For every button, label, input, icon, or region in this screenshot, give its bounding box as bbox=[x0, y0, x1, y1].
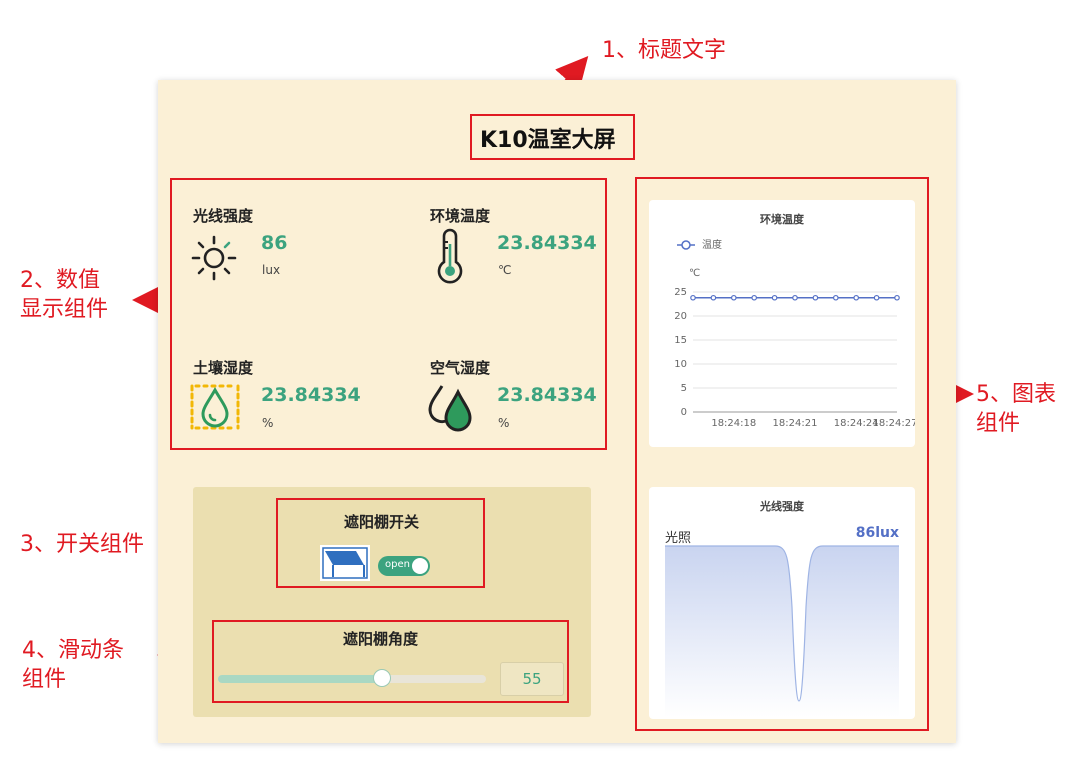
y-tick-label: 15 bbox=[674, 335, 687, 346]
y-axis-unit: ℃ bbox=[689, 268, 700, 279]
thermometer-icon bbox=[437, 228, 463, 284]
light-chart-card: 光线强度 光照 86lux bbox=[649, 487, 915, 719]
air-humidity-icon bbox=[428, 385, 472, 432]
data-point bbox=[812, 294, 819, 301]
metric-soil-title: 土壤湿度 bbox=[193, 359, 254, 377]
data-point bbox=[690, 294, 696, 301]
x-tick-label: 18:24:18 bbox=[711, 418, 756, 429]
annotation-4-line2: 组件 bbox=[22, 667, 67, 692]
light-area-fill bbox=[665, 546, 899, 717]
slider-fill bbox=[218, 675, 382, 683]
data-point bbox=[894, 294, 900, 301]
page-title: K10温室大屏 bbox=[480, 128, 616, 153]
x-tick-label: 18:24:27 bbox=[873, 418, 915, 429]
data-point bbox=[853, 294, 860, 301]
metric-temp-title: 环境温度 bbox=[430, 207, 491, 225]
y-tick-label: 0 bbox=[681, 407, 687, 418]
y-tick-label: 20 bbox=[674, 311, 687, 322]
metric-light-unit: lux bbox=[262, 263, 281, 277]
awning-icon bbox=[320, 545, 370, 581]
metric-air-value: 23.84334 bbox=[497, 384, 597, 406]
temperature-chart: 温度 ℃ 2520151050 18:24:18 18:24:21 18:24:24… bbox=[674, 238, 915, 429]
toggle-state-label: open bbox=[385, 559, 410, 570]
switch-title: 遮阳棚开关 bbox=[344, 513, 420, 531]
metric-light-title: 光线强度 bbox=[193, 207, 254, 225]
soil-moisture-icon bbox=[190, 384, 240, 430]
angle-value-input[interactable]: 55 bbox=[500, 662, 564, 696]
awning-toggle[interactable]: open bbox=[378, 556, 430, 576]
annotation-4: 4、滑动条 组件 bbox=[22, 636, 124, 694]
data-point bbox=[710, 294, 717, 301]
temperature-chart-card: 环境温度 温度 ℃ 25 20 15 10 5 0 18:24:18 18:24:21 18:… bbox=[649, 200, 915, 447]
slider-title: 遮阳棚角度 bbox=[343, 630, 419, 648]
metric-air-unit: % bbox=[498, 416, 510, 430]
y-tick-label: 5 bbox=[681, 383, 687, 394]
y-tick-label: 25 bbox=[674, 287, 687, 298]
light-chart bbox=[665, 545, 899, 717]
annotation-2: 2、数值 显示组件 bbox=[20, 266, 108, 324]
data-point bbox=[731, 294, 737, 301]
legend-label: 温度 bbox=[702, 238, 722, 251]
data-point bbox=[771, 294, 778, 301]
sun-icon bbox=[191, 235, 237, 281]
toggle-knob bbox=[412, 558, 428, 574]
slider-thumb[interactable] bbox=[372, 669, 391, 687]
data-point bbox=[833, 294, 839, 301]
y-tick-label: 10 bbox=[674, 359, 687, 370]
metric-temp-unit: ℃ bbox=[498, 263, 512, 277]
data-point bbox=[873, 294, 880, 301]
annotation-5-line1: 5、图表 bbox=[976, 382, 1056, 407]
x-tick-label: 18:24:21 bbox=[773, 418, 818, 429]
annotation-5-line2: 组件 bbox=[976, 411, 1021, 436]
metric-air-title: 空气湿度 bbox=[430, 359, 491, 377]
annotation-1: 1、标题文字 bbox=[602, 38, 726, 63]
annotation-2-line2: 显示组件 bbox=[20, 297, 109, 322]
data-point bbox=[792, 294, 798, 301]
annotation-4-line1: 4、滑动条 bbox=[22, 638, 124, 663]
data-point bbox=[751, 294, 758, 301]
annotation-3: 3、开关组件 bbox=[20, 532, 144, 557]
metric-temp-value: 23.84334 bbox=[497, 232, 597, 254]
annotation-5: 5、图表 组件 bbox=[976, 380, 1056, 438]
annotation-2-line1: 2、数值 bbox=[20, 268, 100, 293]
metric-soil-value: 23.84334 bbox=[261, 384, 361, 406]
chart-legend: 温度 bbox=[677, 238, 722, 251]
metric-light-value: 86 bbox=[261, 232, 288, 254]
metric-soil-unit: % bbox=[262, 416, 274, 430]
angle-slider[interactable] bbox=[218, 669, 486, 687]
